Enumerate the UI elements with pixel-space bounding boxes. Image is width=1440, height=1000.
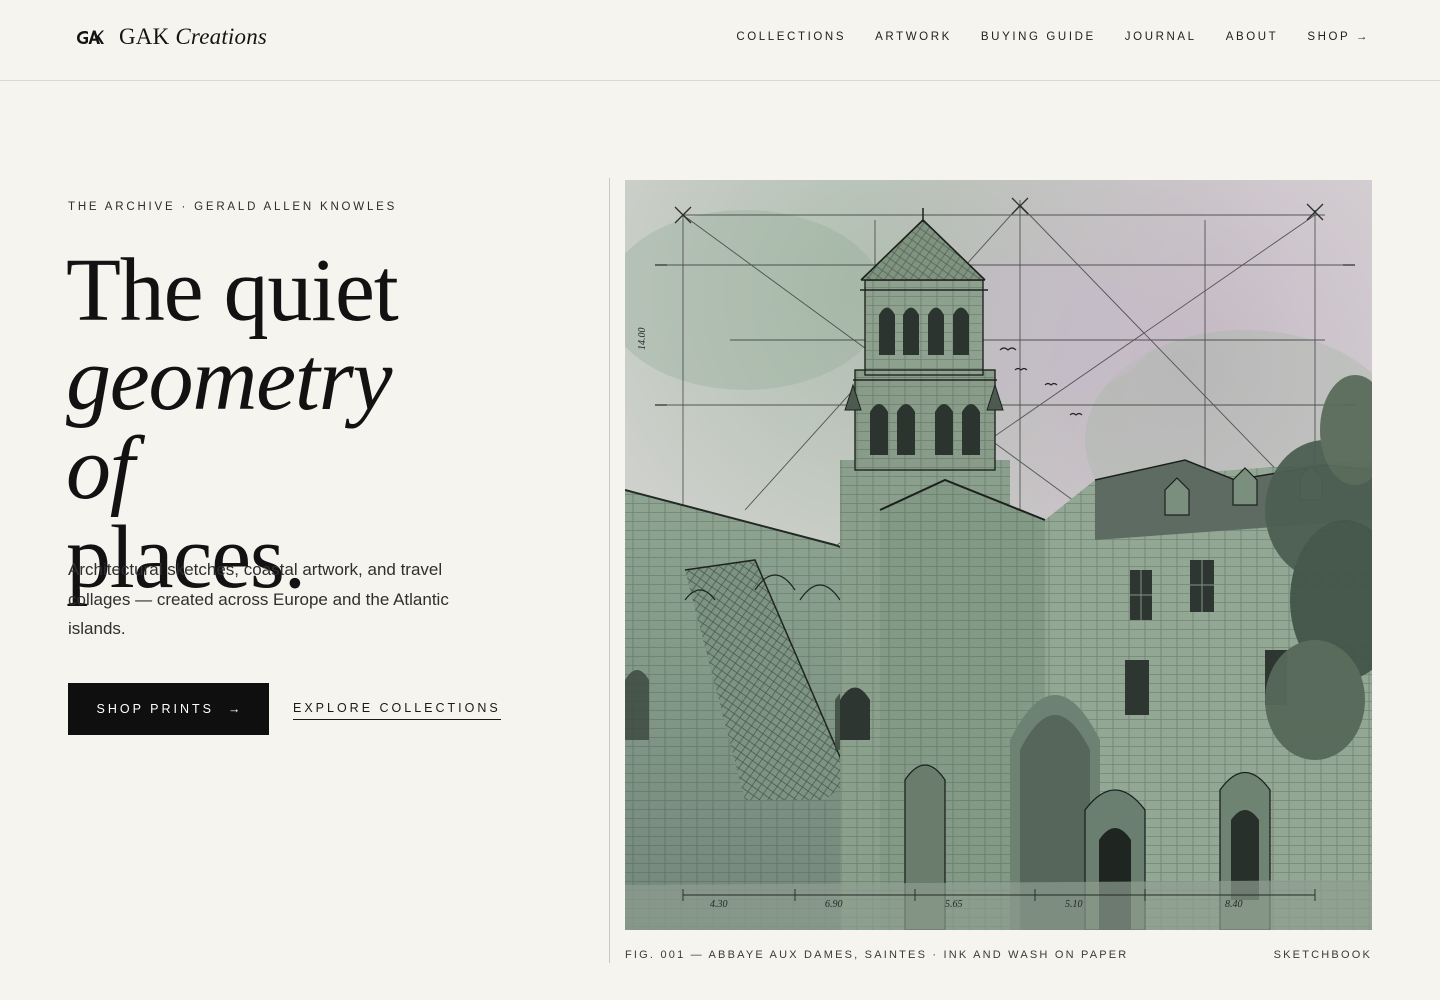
artwork-image[interactable]: 4.30 6.90 5.65 5.10 8.40 14.00 — [625, 180, 1372, 930]
artwork-caption: FIG. 001 — ABBAYE AUX DAMES, SAINTES · I… — [625, 949, 1129, 961]
measure-3: 5.65 — [945, 899, 963, 910]
brand-name: GAK Creations — [119, 24, 268, 49]
measure-4: 5.10 — [1065, 899, 1083, 910]
main-nav: COLLECTIONS ARTWORK BUYING GUIDE JOURNAL… — [736, 31, 1370, 43]
measure-side: 14.00 — [637, 328, 648, 351]
hero-eyebrow: THE ARCHIVE · GERALD ALLEN KNOWLES — [68, 201, 398, 213]
vertical-divider — [609, 178, 610, 963]
nav-shop[interactable]: SHOP → — [1307, 31, 1370, 43]
brand-logo[interactable]: GAK Creations — [74, 22, 267, 52]
headline-line-2: geometry — [66, 330, 392, 429]
nav-artwork[interactable]: ARTWORK — [875, 31, 952, 43]
hero-description: Architectural sketches, coastal artwork,… — [68, 560, 449, 638]
explore-collections-link[interactable]: EXPLORE COLLECTIONS — [293, 701, 501, 720]
headline-line-1: The quiet — [66, 241, 399, 340]
hero-headline: The quiet geometry of places. — [66, 241, 399, 603]
site-header: GAK Creations COLLECTIONS ARTWORK BUYING… — [0, 0, 1440, 81]
gak-monogram-icon — [77, 30, 104, 44]
arrow-right-icon: → — [228, 702, 241, 716]
shop-prints-label: SHOP PRINTS — [96, 702, 214, 716]
measure-1: 4.30 — [710, 899, 728, 910]
abbey-sketch-illustration: 4.30 6.90 5.65 5.10 8.40 14.00 — [625, 180, 1372, 930]
shop-prints-button[interactable]: SHOP PRINTS → — [68, 683, 269, 735]
nav-buying-guide[interactable]: BUYING GUIDE — [981, 31, 1096, 43]
nav-about[interactable]: ABOUT — [1226, 31, 1279, 43]
measure-5: 8.40 — [1225, 899, 1243, 910]
measure-2: 6.90 — [825, 899, 843, 910]
artwork-tag[interactable]: SKETCHBOOK — [1274, 949, 1372, 961]
nav-collections[interactable]: COLLECTIONS — [736, 31, 846, 43]
nav-journal[interactable]: JOURNAL — [1125, 31, 1197, 43]
